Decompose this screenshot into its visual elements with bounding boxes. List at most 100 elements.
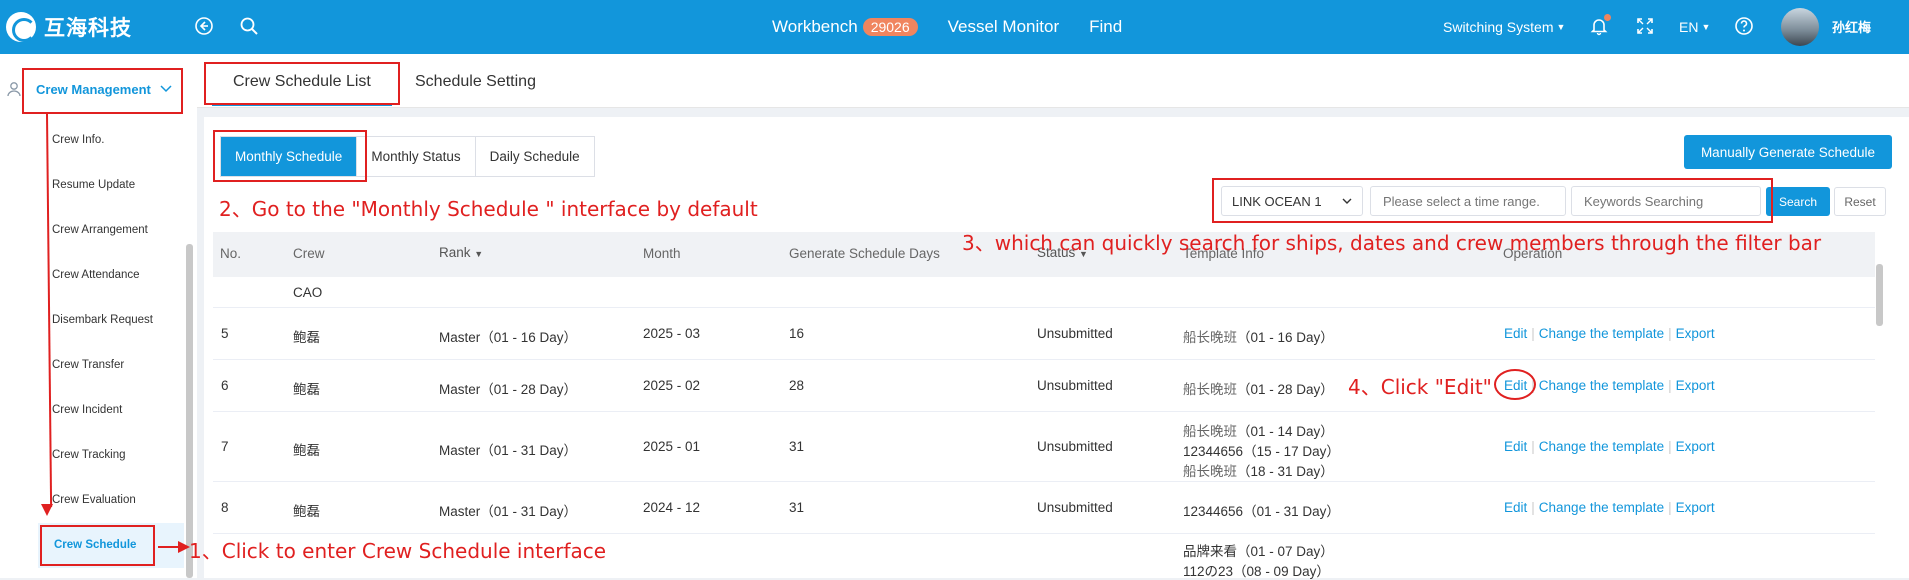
back-icon[interactable]	[191, 13, 217, 39]
cell-template: 船长晚班（01 - 14 Day）	[1183, 420, 1334, 440]
username[interactable]: 孙红梅	[1832, 17, 1871, 36]
logo-text: 互海科技	[44, 16, 132, 40]
cell-operation: Edit | Change the template | Export	[1504, 326, 1715, 341]
manually-generate-schedule-button[interactable]: Manually Generate Schedule	[1684, 135, 1892, 169]
search-button[interactable]: Search	[1766, 187, 1830, 216]
cell-operation: Edit | Change the template | Export	[1504, 439, 1715, 454]
language-dropdown[interactable]: EN ▼	[1679, 0, 1710, 54]
change-template-link[interactable]: Change the template	[1539, 326, 1664, 341]
notification-dot	[1604, 14, 1611, 21]
avatar[interactable]	[1781, 8, 1819, 46]
table-row: 6 鲍磊 Master（01 - 28 Day） 2025 - 02 28 Un…	[213, 360, 1875, 412]
subtab-monthly-status[interactable]: Monthly Status	[357, 137, 476, 176]
cell-crew: 鲍磊	[293, 382, 320, 397]
subtab-daily-schedule[interactable]: Daily Schedule	[475, 137, 594, 176]
sidebar-item-crew-arrangement[interactable]: Crew Arrangement	[52, 220, 148, 240]
change-template-link[interactable]: Change the template	[1539, 500, 1664, 515]
col-generate-days: Generate Schedule Days	[789, 246, 940, 261]
annotation-box-crew-management	[22, 68, 183, 114]
sidebar-item-crew-transfer[interactable]: Crew Transfer	[52, 355, 124, 375]
nav-workbench[interactable]: Workbench 29026	[772, 17, 918, 37]
edit-link[interactable]: Edit	[1504, 439, 1527, 454]
cell-month: 2025 - 03	[643, 326, 701, 341]
template-range: （01 - 28 Day）	[1237, 382, 1334, 397]
col-rank[interactable]: Rank ▼	[439, 245, 483, 260]
cell-days: 16	[789, 326, 805, 341]
template-range: （01 - 07 Day）	[1237, 544, 1334, 559]
template-range: （18 - 31 Day）	[1237, 464, 1334, 479]
language-label: EN	[1679, 19, 1699, 35]
edit-link[interactable]: Edit	[1504, 500, 1527, 515]
user-icon	[7, 82, 21, 97]
bell-icon[interactable]	[1586, 13, 1612, 39]
template-name: 船长晚班	[1183, 464, 1237, 479]
sidebar-item-crew-evaluation[interactable]: Crew Evaluation	[52, 490, 136, 510]
sidebar-item-resume-update[interactable]: Resume Update	[52, 175, 135, 195]
cell-no: 7	[221, 439, 229, 454]
template-name: 12344656	[1183, 504, 1244, 519]
cell-rank: Master（01 - 16 Day）	[439, 330, 578, 345]
sidebar-item-crew-info[interactable]: Crew Info.	[52, 130, 104, 150]
cell-operation: Edit | Change the template | Export	[1504, 500, 1715, 515]
cell-no: 5	[221, 326, 229, 341]
export-link[interactable]: Export	[1676, 326, 1715, 341]
sidebar-item-disembark-request[interactable]: Disembark Request	[52, 310, 153, 330]
nav-vessel-monitor[interactable]: Vessel Monitor	[948, 17, 1060, 37]
switching-system-dropdown[interactable]: Switching System ▼	[1443, 0, 1565, 54]
cell-days: 31	[789, 439, 805, 454]
annotation-step-1: 1、Click to enter Crew Schedule interface	[189, 539, 607, 563]
cell-crew: 鲍磊	[293, 443, 320, 458]
cell-month: 2025 - 01	[643, 439, 701, 454]
annotation-step-4: 4、Click "Edit"	[1348, 375, 1492, 399]
cell-rank: Master（01 - 28 Day）	[439, 382, 578, 397]
template-range: （01 - 14 Day）	[1237, 424, 1334, 439]
cell-days: 28	[789, 378, 805, 393]
cell-no: 6	[221, 378, 229, 393]
template-name: 112の23	[1183, 564, 1234, 579]
sidebar-item-crew-tracking[interactable]: Crew Tracking	[52, 445, 126, 465]
annotation-step-3: 3、which can quickly search for ships, da…	[962, 231, 1822, 255]
col-no: No.	[220, 246, 242, 261]
change-template-link[interactable]: Change the template	[1539, 378, 1664, 393]
cell-month: 2024 - 12	[643, 500, 701, 515]
sidebar-item-crew-incident[interactable]: Crew Incident	[52, 400, 122, 420]
export-link[interactable]: Export	[1676, 439, 1715, 454]
cell-rank: Master（01 - 31 Day）	[439, 504, 578, 519]
logo[interactable]: 互海科技	[6, 10, 132, 44]
nav-find[interactable]: Find	[1089, 17, 1122, 37]
cell-template: 船长晚班（01 - 28 Day）	[1183, 378, 1334, 398]
template-name: 12344656	[1183, 444, 1244, 459]
cell-status: Unsubmitted	[1037, 378, 1113, 393]
reset-button[interactable]: Reset	[1834, 187, 1886, 216]
table-scrollbar[interactable]	[1876, 264, 1883, 326]
caret-down-icon: ▼	[474, 249, 484, 259]
template-name: 船长晚班	[1183, 382, 1237, 397]
fullscreen-icon[interactable]	[1632, 13, 1658, 39]
edit-link[interactable]: Edit	[1504, 326, 1527, 341]
search-icon[interactable]	[236, 13, 262, 39]
export-link[interactable]: Export	[1676, 500, 1715, 515]
separator: |	[1531, 500, 1535, 515]
template-range: （01 - 31 Day）	[1243, 504, 1340, 519]
annotation-box-filter-bar	[1212, 178, 1773, 223]
cell-rank: Master（01 - 31 Day）	[439, 443, 578, 458]
sidebar-item-crew-attendance[interactable]: Crew Attendance	[52, 265, 140, 285]
cell-template: 船长晚班（18 - 31 Day）	[1183, 460, 1334, 480]
tab-schedule-setting[interactable]: Schedule Setting	[415, 73, 536, 91]
annotation-box-crew-schedule	[40, 525, 155, 566]
cell-no: 8	[221, 500, 229, 515]
separator: |	[1531, 439, 1535, 454]
change-template-link[interactable]: Change the template	[1539, 439, 1664, 454]
table-row: CAO	[213, 277, 1875, 308]
sidebar: Crew Management Crew Info. Resume Update…	[0, 54, 197, 578]
col-month: Month	[643, 246, 681, 261]
sidebar-scrollbar[interactable]	[186, 244, 193, 578]
export-link[interactable]: Export	[1676, 378, 1715, 393]
top-bar: 互海科技 Workbench 29026 Vessel Monitor Find…	[0, 0, 1909, 54]
cell-template: 12344656（01 - 31 Day）	[1183, 500, 1340, 520]
template-name: 船长晚班	[1183, 424, 1237, 439]
template-range: （15 - 17 Day）	[1243, 444, 1340, 459]
caret-down-icon: ▼	[1556, 22, 1566, 32]
annotation-box-monthly-schedule	[213, 130, 367, 182]
help-icon[interactable]	[1731, 13, 1757, 39]
